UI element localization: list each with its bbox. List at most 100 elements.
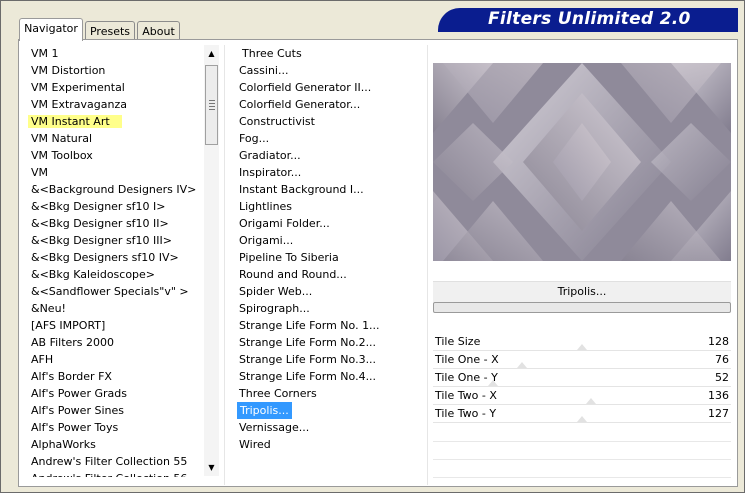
- category-item-label: &<Bkg Designer sf10 III>: [31, 234, 173, 247]
- param-value: 136: [708, 389, 729, 402]
- category-item[interactable]: &Neu!: [22, 300, 202, 317]
- filter-item[interactable]: Origami Folder...: [229, 215, 419, 232]
- category-item[interactable]: VM Extravaganza: [22, 96, 202, 113]
- category-item-label: VM Instant Art: [28, 115, 122, 128]
- category-item[interactable]: Alf's Power Sines: [22, 402, 202, 419]
- filter-item-label: Colorfield Generator II...: [239, 81, 372, 94]
- filter-item[interactable]: Colorfield Generator II...: [229, 79, 419, 96]
- category-item[interactable]: VM 1: [22, 45, 202, 62]
- slider-track[interactable]: [433, 422, 731, 423]
- filter-item[interactable]: Pipeline To Siberia: [229, 249, 419, 266]
- param-slider-row[interactable]: Tile One - X 76: [433, 351, 731, 369]
- slider-thumb[interactable]: [577, 416, 587, 422]
- filter-item[interactable]: Instant Background I...: [229, 181, 419, 198]
- category-item[interactable]: VM Natural: [22, 130, 202, 147]
- category-item[interactable]: AB Filters 2000: [22, 334, 202, 351]
- filter-item[interactable]: Tripolis...: [229, 402, 419, 419]
- category-item-label: Alf's Power Sines: [31, 404, 124, 417]
- filter-item[interactable]: Strange Life Form No. 1...: [229, 317, 419, 334]
- filter-item[interactable]: Vernissage...: [229, 419, 419, 436]
- slider-thumb[interactable]: [586, 398, 596, 404]
- category-item[interactable]: &<Bkg Kaleidoscope>: [22, 266, 202, 283]
- filter-item[interactable]: Spirograph...: [229, 300, 419, 317]
- category-item[interactable]: [AFS IMPORT]: [22, 317, 202, 334]
- scroll-up-icon[interactable]: ▲: [204, 46, 219, 61]
- filter-item[interactable]: Fog...: [229, 130, 419, 147]
- filter-item-label: Lightlines: [239, 200, 293, 213]
- category-item-label: &<Bkg Kaleidoscope>: [31, 268, 156, 281]
- filter-item[interactable]: Round and Round...: [229, 266, 419, 283]
- category-item[interactable]: AlphaWorks: [22, 436, 202, 453]
- category-item[interactable]: VM Experimental: [22, 79, 202, 96]
- category-item[interactable]: &<Bkg Designer sf10 III>: [22, 232, 202, 249]
- param-slider-row[interactable]: Tile Two - X 136: [433, 387, 731, 405]
- filter-item-label: Colorfield Generator...: [239, 98, 361, 111]
- filter-item[interactable]: Three Corners: [229, 385, 419, 402]
- preview-image: [433, 63, 731, 261]
- category-item[interactable]: Alf's Power Toys: [22, 419, 202, 436]
- filter-item[interactable]: Strange Life Form No.4...: [229, 368, 419, 385]
- slider-thumb[interactable]: [577, 344, 587, 350]
- scroll-down-icon[interactable]: ▼: [204, 460, 219, 475]
- category-item-label: &<Sandflower Specials"v" >: [31, 285, 189, 298]
- preview-divider: [427, 45, 428, 485]
- category-item-label: Alf's Power Toys: [31, 421, 119, 434]
- app-title: Filters Unlimited 2.0: [488, 9, 691, 29]
- filter-item[interactable]: Colorfield Generator...: [229, 96, 419, 113]
- category-item-label: VM 1: [31, 47, 59, 60]
- param-label: Tile Two - Y: [435, 407, 497, 420]
- filter-item-label: Constructivist: [239, 115, 315, 128]
- category-item-label: Andrew's Filter Collection 56: [31, 472, 187, 477]
- category-item-label: &<Bkg Designers sf10 IV>: [31, 251, 179, 264]
- filter-item[interactable]: Three Cuts: [229, 45, 419, 62]
- category-scrollbar[interactable]: ▲ ▼: [204, 45, 219, 476]
- category-item[interactable]: VM: [22, 164, 202, 181]
- filters-unlimited-window: Filters Unlimited 2.0 Navigator Presets …: [0, 0, 745, 493]
- filter-item-label: Vernissage...: [239, 421, 310, 434]
- category-item[interactable]: VM Distortion: [22, 62, 202, 79]
- filter-item[interactable]: Constructivist: [229, 113, 419, 130]
- category-item-label: Alf's Border FX: [31, 370, 112, 383]
- filter-item-label: Strange Life Form No.4...: [239, 370, 377, 383]
- filter-item[interactable]: Wired: [229, 436, 419, 453]
- param-label: Tile Two - X: [435, 389, 497, 402]
- param-slider-row[interactable]: Tile Two - Y 127: [433, 405, 731, 423]
- category-item[interactable]: &<Bkg Designer sf10 I>: [22, 198, 202, 215]
- category-item[interactable]: AFH: [22, 351, 202, 368]
- filter-item[interactable]: Gradiator...: [229, 147, 419, 164]
- filter-item[interactable]: Inspirator...: [229, 164, 419, 181]
- filter-item-label: Origami...: [239, 234, 294, 247]
- tab-navigator[interactable]: Navigator: [19, 18, 83, 41]
- filter-item-label: Gradiator...: [239, 149, 301, 162]
- category-item[interactable]: Andrew's Filter Collection 56: [22, 470, 202, 477]
- category-item[interactable]: VM Toolbox: [22, 147, 202, 164]
- tab-presets[interactable]: Presets: [85, 21, 135, 41]
- category-item-label: Alf's Power Grads: [31, 387, 127, 400]
- category-item-label: VM Extravaganza: [31, 98, 128, 111]
- filter-item-label: Three Corners: [239, 387, 317, 400]
- filter-list[interactable]: Three Cuts Cassini... Colorfield Generator…: [229, 45, 419, 477]
- category-item[interactable]: VM Instant Art: [22, 113, 202, 130]
- tab-about[interactable]: About: [137, 21, 180, 41]
- filter-item[interactable]: Strange Life Form No.2...: [229, 334, 419, 351]
- category-item[interactable]: Alf's Border FX: [22, 368, 202, 385]
- category-item[interactable]: Alf's Power Grads: [22, 385, 202, 402]
- scroll-thumb[interactable]: [205, 65, 218, 145]
- filter-item[interactable]: Strange Life Form No.3...: [229, 351, 419, 368]
- category-item[interactable]: &<Sandflower Specials"v" >: [22, 283, 202, 300]
- category-item[interactable]: Andrew's Filter Collection 55: [22, 453, 202, 470]
- filter-item[interactable]: Lightlines: [229, 198, 419, 215]
- category-item[interactable]: &<Background Designers IV>: [22, 181, 202, 198]
- category-list[interactable]: VM 1 VM Distortion VM Experimental VM Extra…: [22, 45, 202, 477]
- category-item-label: AFH: [31, 353, 54, 366]
- param-slider-row[interactable]: Tile One - Y 52: [433, 369, 731, 387]
- filter-item[interactable]: Cassini...: [229, 62, 419, 79]
- param-label: Tile One - Y: [435, 371, 498, 384]
- filter-item[interactable]: Spider Web...: [229, 283, 419, 300]
- slider-thumb[interactable]: [517, 362, 527, 368]
- param-slider-row[interactable]: Tile Size 128: [433, 333, 731, 351]
- category-item-label: &<Background Designers IV>: [31, 183, 197, 196]
- category-item[interactable]: &<Bkg Designers sf10 IV>: [22, 249, 202, 266]
- filter-item[interactable]: Origami...: [229, 232, 419, 249]
- category-item[interactable]: &<Bkg Designer sf10 II>: [22, 215, 202, 232]
